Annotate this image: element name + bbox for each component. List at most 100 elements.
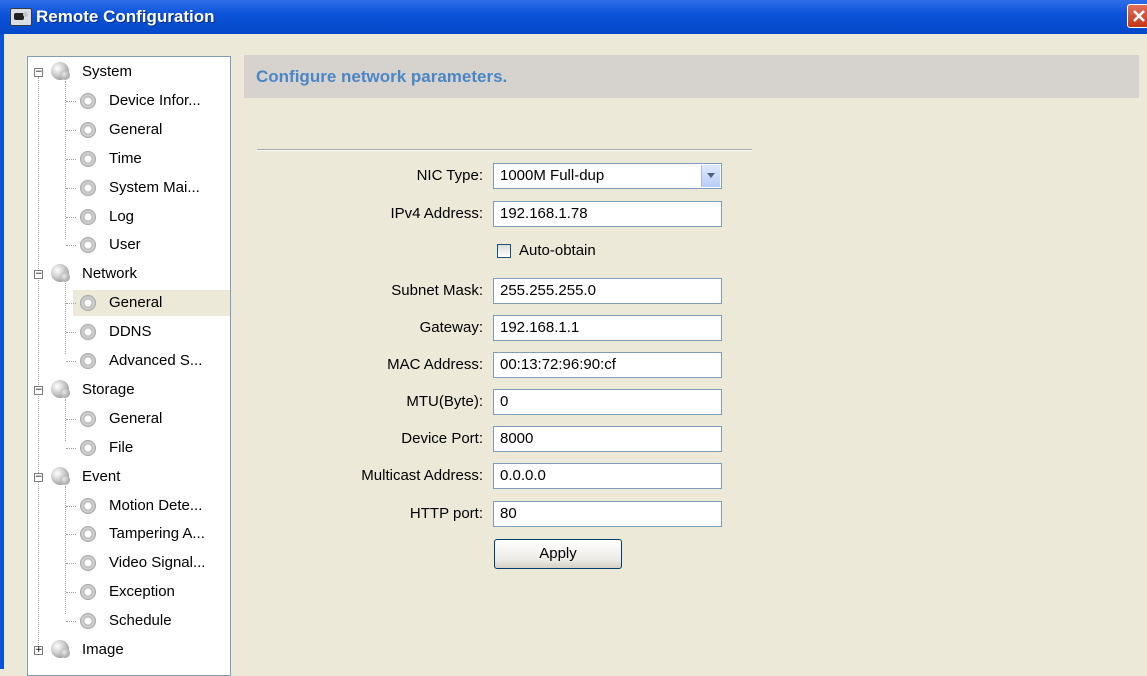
collapse-icon[interactable]: − [34, 472, 43, 482]
tree-connector [66, 592, 76, 594]
chevron-down-icon[interactable] [701, 165, 720, 187]
tree-item-system-0[interactable]: Device Infor... [28, 88, 230, 114]
tree-group-image[interactable]: + Image [28, 637, 230, 663]
window-title: Remote Configuration [36, 7, 215, 26]
collapse-icon[interactable]: − [34, 385, 43, 395]
gear-icon [80, 92, 96, 109]
tree-item-event-3[interactable]: Exception [28, 579, 230, 605]
device-port-label: Device Port: [401, 430, 483, 447]
gear-icon [80, 584, 96, 601]
gateway-label: Gateway: [419, 319, 483, 336]
auto-obtain-label[interactable]: Auto-obtain [519, 242, 596, 259]
nic-type-select[interactable]: 1000M Full-dup [493, 163, 722, 189]
mtu-field[interactable]: 0 [493, 389, 722, 415]
tree-item-label: General [109, 294, 163, 312]
collapse-icon[interactable]: − [34, 270, 43, 280]
gateway-field[interactable]: 192.168.1.1 [493, 315, 722, 341]
tree-item-event-4[interactable]: Schedule [28, 608, 230, 634]
tree-item-event-2[interactable]: Video Signal... [28, 550, 230, 576]
expand-icon[interactable]: + [34, 646, 43, 655]
panel-header: Configure network parameters. [244, 55, 1139, 98]
tree-item-label: Video Signal... [109, 554, 206, 572]
globe-icon [51, 466, 70, 485]
ipv4-label: IPv4 Address: [390, 205, 483, 222]
ipv4-field[interactable]: 192.168.1.78 [493, 201, 722, 227]
tree-group-system[interactable]: − System [28, 59, 230, 85]
page-title: Configure network parameters. [256, 67, 508, 86]
tree-item-label: Schedule [109, 612, 172, 630]
globe-icon [51, 62, 70, 80]
tree-connector [66, 216, 76, 218]
camera-icon [10, 8, 32, 26]
gear-icon [80, 613, 96, 630]
auto-obtain-checkbox[interactable] [497, 244, 511, 258]
tree-connector [66, 303, 76, 305]
device-port-field[interactable]: 8000 [493, 426, 722, 452]
tree-connector [66, 563, 76, 565]
subnet-mask-label: Subnet Mask: [391, 282, 483, 299]
gear-icon [80, 295, 96, 312]
tree-group-label: Event [82, 467, 121, 485]
title-bar: Remote Configuration [0, 0, 1147, 34]
multicast-address-field[interactable]: 0.0.0.0 [493, 463, 722, 489]
close-icon [1133, 10, 1145, 22]
tree-connector [66, 418, 76, 420]
mac-address-field[interactable]: 00:13:72:96:90:cf [493, 352, 722, 378]
nic-type-value: 1000M Full-dup [500, 167, 605, 184]
http-port-label: HTTP port: [409, 505, 483, 522]
tree-connector [66, 332, 76, 334]
apply-button[interactable]: Apply [494, 539, 622, 569]
tree-connector [66, 245, 76, 247]
tree-connector [66, 100, 76, 102]
tree-item-label: Device Infor... [109, 91, 201, 109]
tree-item-system-5[interactable]: User [28, 232, 230, 258]
tree-item-label: Exception [109, 583, 175, 601]
tree-group-label: Network [82, 265, 138, 283]
gear-icon [80, 439, 96, 456]
tree-item-event-1[interactable]: Tampering A... [28, 521, 230, 547]
tree-item-label: Tampering A... [109, 525, 205, 543]
gear-icon [80, 237, 96, 254]
gear-icon [80, 353, 96, 369]
mtu-label: MTU(Byte): [406, 393, 483, 410]
globe-icon [51, 640, 70, 658]
tree-item-label: Log [109, 207, 135, 225]
tree-connector [66, 534, 76, 536]
tree-group-label: Image [82, 641, 124, 658]
nic-type-label: NIC Type: [416, 167, 483, 184]
gear-icon [80, 410, 96, 427]
tree-item-label: Time [109, 149, 142, 167]
close-button[interactable] [1127, 4, 1147, 28]
tree-group-label: Storage [82, 380, 135, 398]
gear-icon [80, 208, 96, 225]
gear-icon [80, 555, 96, 572]
tree-connector [66, 129, 76, 131]
tree-connector [66, 447, 76, 449]
gear-icon [80, 324, 96, 341]
tree-connector [66, 187, 76, 189]
tree-connector [66, 361, 76, 362]
gear-icon [80, 526, 96, 543]
gear-icon [80, 179, 96, 196]
tree-item-system-1[interactable]: General [28, 117, 230, 143]
mac-address-label: MAC Address: [387, 356, 483, 373]
multicast-address-label: Multicast Address: [361, 467, 483, 484]
tree-connector [66, 621, 76, 623]
subnet-mask-field[interactable]: 255.255.255.0 [493, 278, 722, 304]
tree-item-label: File [109, 438, 134, 456]
tree-item-label: DDNS [109, 323, 152, 341]
divider [257, 149, 752, 151]
window-frame [0, 34, 4, 669]
gear-icon [80, 121, 96, 138]
tree-group-label: System [82, 63, 133, 80]
globe-icon [51, 264, 70, 283]
tree-item-label: General [109, 409, 163, 427]
gear-icon [80, 497, 96, 514]
http-port-field[interactable]: 80 [493, 501, 722, 527]
tree-connector [66, 505, 76, 507]
collapse-icon[interactable]: − [34, 68, 43, 77]
tree-item-label: General [109, 120, 163, 138]
tree-connector [66, 158, 76, 160]
tree-item-label: User [109, 236, 141, 254]
gear-icon [80, 150, 96, 167]
